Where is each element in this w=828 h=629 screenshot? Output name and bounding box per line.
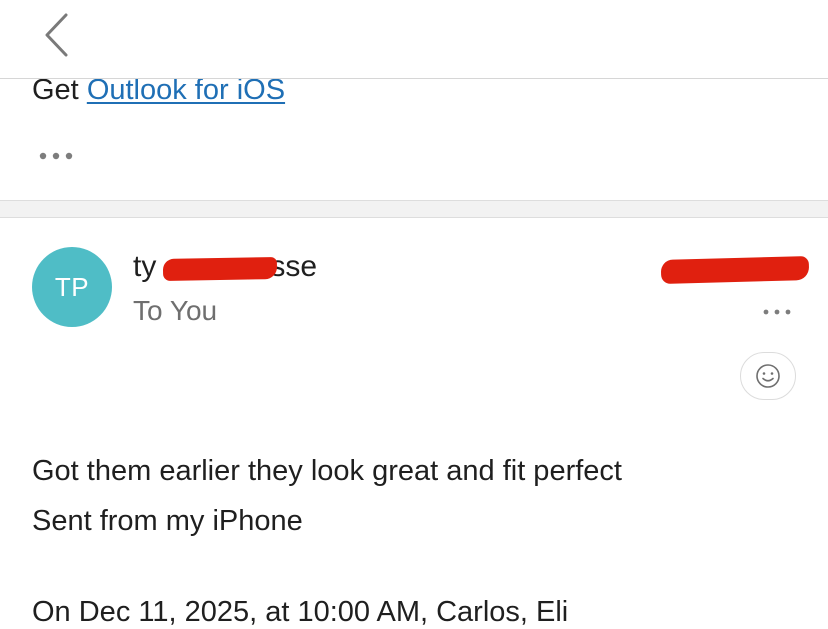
ellipsis-icon — [763, 309, 791, 315]
date-redaction — [660, 256, 810, 284]
ellipsis-icon — [39, 152, 73, 160]
chevron-left-icon — [45, 13, 68, 57]
message-body: Got them earlier they look great and fit… — [32, 446, 622, 546]
message-body-line: Sent from my iPhone — [32, 505, 303, 537]
avatar-initials: TP — [54, 271, 90, 302]
message-body-line: Got them earlier they look great and fit… — [32, 455, 622, 487]
email-message: TP ty sse To You Got them earlier they lo… — [0, 218, 828, 628]
sender-name-redaction — [162, 257, 278, 281]
message-divider — [0, 200, 828, 218]
quoted-message-header: On Dec 11, 2025, at 10:00 AM, Carlos, El… — [32, 596, 569, 628]
sender-name-suffix: sse — [270, 250, 318, 283]
sender-name-prefix: ty — [133, 250, 157, 283]
top-navigation-bar — [0, 0, 828, 79]
recipient-line: To You — [133, 295, 218, 326]
message-more-button[interactable] — [762, 305, 792, 317]
smiley-face-icon — [756, 364, 780, 388]
back-button[interactable] — [36, 10, 76, 60]
previous-message-more-button[interactable] — [38, 149, 74, 163]
avatar[interactable]: TP — [32, 247, 112, 327]
reaction-button[interactable] — [740, 352, 796, 400]
previous-message: Get Outlook for iOS — [0, 74, 828, 200]
